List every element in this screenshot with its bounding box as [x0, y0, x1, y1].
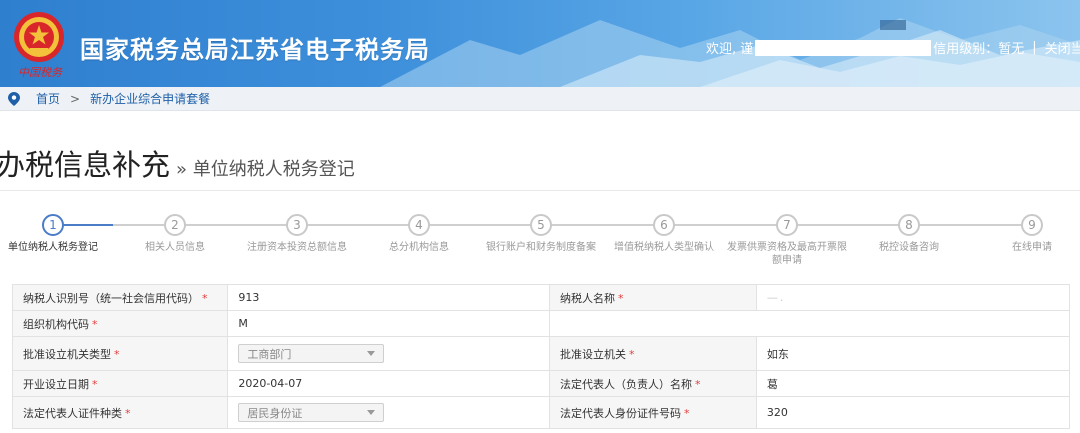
step-6-label: 增值税纳税人类型确认 — [614, 242, 714, 253]
org-code-field[interactable]: M — [227, 310, 550, 337]
id-number-label: 法定代表人身份证件号码 * — [548, 396, 757, 429]
taxpayer-id-field[interactable]: 913 — [227, 284, 550, 311]
form-row: 批准设立机关类型 * 工商部门 批准设立机关 * 如东 — [11, 336, 1071, 371]
open-date-label-text: 开业设立日期 — [23, 377, 89, 391]
breadcrumb: 首页 > 新办企业综合申请套餐 — [0, 87, 1080, 111]
step-9-label: 在线申请 — [1012, 242, 1052, 253]
required-mark: * — [202, 291, 208, 305]
approval-org-field[interactable]: 如东 — [755, 336, 1071, 371]
redacted-username — [755, 39, 932, 56]
step-9-number: 9 — [1021, 214, 1043, 236]
open-date-label: 开业设立日期 * — [11, 370, 229, 397]
required-mark: * — [628, 347, 635, 361]
chevron-down-icon — [367, 351, 376, 356]
required-mark: * — [92, 377, 98, 391]
page-title-text: 办税信息补充 — [0, 148, 171, 182]
chevron-down-icon — [367, 410, 376, 415]
org-code-label: 组织机构代码 * — [11, 310, 229, 337]
id-type-selected: 居民身份证 — [247, 406, 303, 420]
approval-type-cell: 工商部门 — [227, 336, 550, 371]
taxpayer-id-label: 纳税人识别号（统一社会信用代码） * — [11, 284, 229, 311]
step-3-label: 注册资本投资总额信息 — [247, 242, 347, 253]
step-5-number: 5 — [530, 214, 552, 236]
required-mark: * — [125, 406, 131, 420]
form-row: 组织机构代码 * M — [11, 310, 1071, 337]
page-title: 办税信息补充» 单位纳税人税务登记 — [0, 142, 355, 184]
emblem-caption-logo: 中国税务 — [18, 66, 63, 79]
step-4-number: 4 — [408, 214, 430, 236]
step-4[interactable]: 4 总分机构信息 — [349, 214, 489, 254]
org-code-label-text: 组织机构代码 — [23, 317, 89, 331]
id-number-label-text: 法定代表人身份证件号码 — [559, 406, 681, 420]
form-row: 开业设立日期 * 2020-04-07 法定代表人（负责人）名称 * 葛 — [11, 370, 1071, 397]
credit-level-text: 信用级别：暂无 — [933, 42, 1025, 57]
form-row: 纳税人识别号（统一社会信用代码） * 913 纳税人名称 * —. — [11, 284, 1071, 311]
required-mark: * — [617, 291, 624, 305]
form-row: 法定代表人证件种类 * 居民身份证 法定代表人身份证件号码 * 320 — [11, 396, 1071, 429]
step-7-label: 发票供票资格及最高开票限额申请 — [727, 242, 847, 266]
approval-type-selected: 工商部门 — [247, 347, 292, 361]
step-8-label: 税控设备咨询 — [879, 242, 939, 253]
breadcrumb-home-link[interactable]: 首页 — [36, 90, 60, 107]
close-link[interactable]: 关闭当 — [1045, 38, 1080, 57]
user-area: 欢迎, 谨 信用级别：暂无 | 关闭当 — [706, 38, 1080, 57]
step-7[interactable]: 7 发票供票资格及最高开票限额申请 — [717, 214, 857, 267]
step-1-number: 1 — [42, 214, 64, 236]
required-mark: * — [694, 377, 701, 391]
step-9[interactable]: 9 在线申请 — [962, 214, 1080, 254]
step-2-number: 2 — [164, 214, 186, 236]
taxpayer-name-field[interactable]: —. — [755, 284, 1071, 311]
step-3-number: 3 — [286, 214, 308, 236]
welcome-text: 欢迎, 谨 — [706, 42, 754, 57]
taxpayer-name-label-text: 纳税人名称 — [559, 291, 615, 305]
site-title: 国家税务总局江苏省电子税务局 — [80, 36, 430, 64]
step-6-number: 6 — [653, 214, 675, 236]
breadcrumb-current-link[interactable]: 新办企业综合申请套餐 — [90, 90, 210, 107]
required-mark: * — [92, 317, 98, 331]
step-7-number: 7 — [776, 214, 798, 236]
id-type-select[interactable]: 居民身份证 — [238, 403, 385, 422]
title-divider — [0, 190, 1080, 191]
open-date-field[interactable]: 2020-04-07 — [227, 370, 550, 397]
approval-type-label: 批准设立机关类型 * — [11, 336, 229, 371]
step-4-label: 总分机构信息 — [389, 242, 449, 253]
step-5[interactable]: 5 银行账户和财务制度备案 — [471, 214, 611, 254]
step-2-label: 相关人员信息 — [145, 242, 205, 253]
step-5-label: 银行账户和财务制度备案 — [486, 242, 596, 253]
legal-rep-label-text: 法定代表人（负责人）名称 — [559, 377, 692, 391]
location-pin-icon — [8, 91, 20, 106]
id-type-cell: 居民身份证 — [227, 396, 550, 429]
breadcrumb-arrow: > — [70, 91, 81, 106]
step-8-number: 8 — [898, 214, 920, 236]
legal-rep-field[interactable]: 葛 — [755, 370, 1071, 397]
progress-steps: 1 单位纳税人税务登记 2 相关人员信息 3 注册资本投资总额信息 4 总分机构… — [0, 212, 1080, 272]
approval-type-select[interactable]: 工商部门 — [238, 344, 385, 363]
empty-cell — [548, 310, 1071, 337]
taxpayer-id-label-text: 纳税人识别号（统一社会信用代码） — [23, 291, 199, 305]
id-type-label: 法定代表人证件种类 * — [11, 396, 229, 429]
id-number-field[interactable]: 320 — [755, 396, 1071, 429]
step-6[interactable]: 6 增值税纳税人类型确认 — [594, 214, 734, 254]
svg-text:中国税务: 中国税务 — [18, 66, 63, 79]
site-header: 中国税务 国家税务总局江苏省电子税务局 欢迎, 谨 信用级别：暂无 | 关闭当 — [0, 0, 1080, 87]
approval-org-label-text: 批准设立机关 — [559, 347, 626, 361]
step-3[interactable]: 3 注册资本投资总额信息 — [227, 214, 367, 254]
required-mark: * — [683, 406, 690, 420]
taxpayer-name-label: 纳税人名称 * — [548, 284, 757, 311]
approval-org-label: 批准设立机关 * — [548, 336, 757, 371]
page-subtitle: » 单位纳税人税务登记 — [176, 159, 355, 180]
taxpayer-name-value: —. — [766, 291, 786, 304]
national-emblem-icon — [14, 12, 64, 62]
required-mark: * — [114, 347, 120, 361]
header-separator: | — [1032, 40, 1037, 55]
registration-form: 纳税人识别号（统一社会信用代码） * 913 纳税人名称 * —. 组织机构代码 * … — [11, 284, 1071, 429]
step-8[interactable]: 8 税控设备咨询 — [839, 214, 979, 254]
approval-type-label-text: 批准设立机关类型 — [23, 347, 111, 361]
step-2[interactable]: 2 相关人员信息 — [105, 214, 245, 254]
legal-rep-label: 法定代表人（负责人）名称 * — [548, 370, 757, 397]
id-type-label-text: 法定代表人证件种类 — [23, 406, 122, 420]
